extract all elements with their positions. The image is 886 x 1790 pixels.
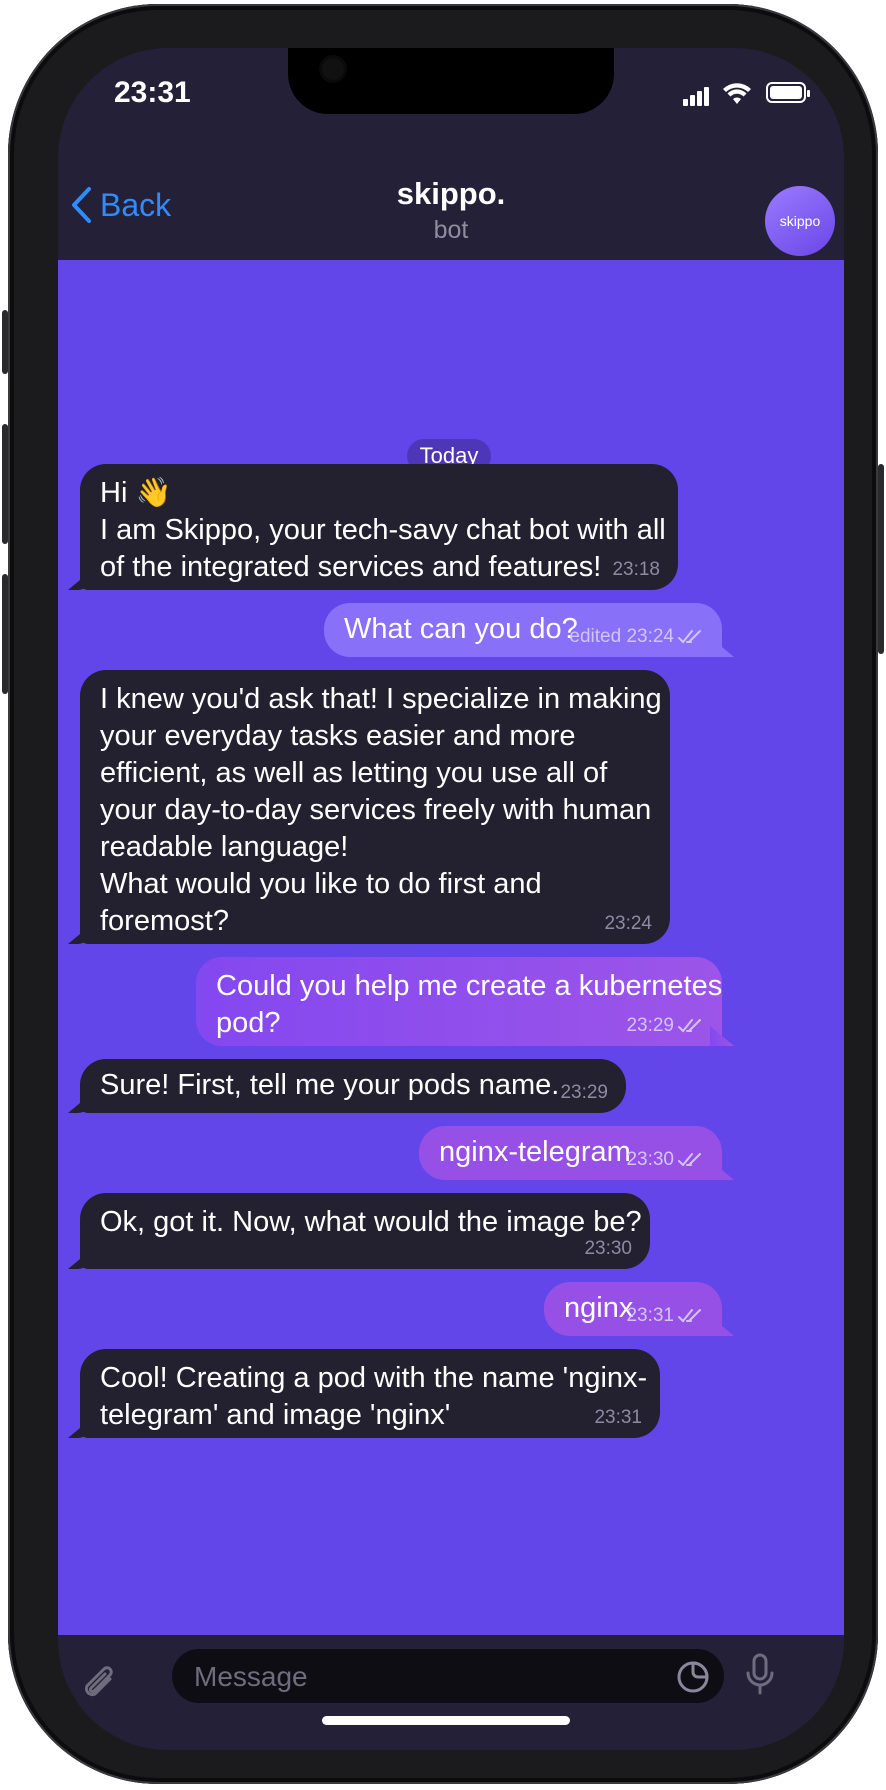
dynamic-island bbox=[288, 48, 614, 114]
message-line: I knew you'd ask that! I specialize in m… bbox=[100, 683, 662, 715]
message-line: your day-to-day services freely with hum… bbox=[100, 794, 652, 826]
home-indicator[interactable] bbox=[322, 1716, 570, 1725]
message-time: 23:30 bbox=[584, 1238, 632, 1259]
microphone-icon[interactable] bbox=[744, 1653, 776, 1697]
power-button bbox=[878, 464, 884, 654]
message-time: 23:30 bbox=[626, 1149, 674, 1170]
outgoing-message[interactable]: What can you do? edited 23:24 bbox=[324, 603, 722, 657]
outgoing-message[interactable]: nginx 23:31 bbox=[544, 1282, 722, 1336]
message-line: of the integrated services and features! bbox=[100, 551, 602, 583]
message-line: What would you like to do first and bbox=[100, 868, 542, 900]
double-check-icon bbox=[678, 1153, 701, 1167]
message-time: 23:18 bbox=[612, 559, 660, 580]
double-check-icon bbox=[678, 1309, 701, 1323]
phone-frame: 23:31 Back skippo. bot skippo Today Hi 👋… bbox=[2, 4, 884, 1784]
message-line: Cool! Creating a pod with the name 'ngin… bbox=[100, 1362, 648, 1394]
message-meta: 23:31 bbox=[626, 1306, 704, 1326]
screen: 23:31 Back skippo. bot skippo Today Hi 👋… bbox=[58, 48, 844, 1750]
message-line: readable language! bbox=[100, 831, 349, 863]
volume-up-button bbox=[2, 424, 8, 544]
message-line: efficient, as well as letting you use al… bbox=[100, 757, 608, 789]
outgoing-message[interactable]: nginx-telegram 23:30 bbox=[419, 1126, 722, 1180]
volume-down-button bbox=[2, 574, 8, 694]
message-input[interactable]: Message bbox=[172, 1649, 724, 1703]
message-meta: 23:30 bbox=[626, 1150, 704, 1170]
message-line: Hi 👋 bbox=[100, 477, 172, 509]
incoming-message[interactable]: Sure! First, tell me your pods name. 23:… bbox=[80, 1059, 626, 1113]
status-time: 23:31 bbox=[114, 76, 191, 109]
signal-icon bbox=[683, 86, 711, 106]
message-meta: edited 23:24 bbox=[569, 627, 704, 647]
double-check-icon bbox=[678, 630, 701, 644]
message-line: Sure! First, tell me your pods name. bbox=[100, 1069, 560, 1101]
wifi-icon bbox=[723, 83, 751, 104]
avatar[interactable]: skippo bbox=[765, 186, 835, 256]
incoming-message[interactable]: Ok, got it. Now, what would the image be… bbox=[80, 1193, 650, 1269]
message-time: 23:29 bbox=[560, 1082, 608, 1103]
incoming-message[interactable]: I knew you'd ask that! I specialize in m… bbox=[80, 670, 670, 944]
message-line: foremost? bbox=[100, 905, 229, 937]
chat-subtitle: bot bbox=[433, 216, 469, 244]
message-line: Could you help me create a kubernetes bbox=[216, 970, 723, 1002]
message-time: 23:24 bbox=[626, 626, 674, 647]
message-meta: 23:29 bbox=[626, 1016, 704, 1036]
silent-switch bbox=[2, 310, 8, 374]
message-time: 23:31 bbox=[626, 1305, 674, 1326]
message-line: your everyday tasks easier and more bbox=[100, 720, 576, 752]
paperclip-icon[interactable] bbox=[80, 1661, 120, 1707]
message-placeholder: Message bbox=[194, 1661, 308, 1692]
double-check-icon bbox=[678, 1019, 701, 1033]
chat-title[interactable]: skippo. bbox=[58, 176, 844, 212]
message-time: 23:24 bbox=[604, 913, 652, 934]
message-line: Ok, got it. Now, what would the image be… bbox=[100, 1206, 642, 1238]
battery-icon bbox=[766, 82, 810, 103]
front-camera bbox=[322, 58, 344, 80]
message-line: telegram' and image 'nginx' bbox=[100, 1399, 451, 1431]
chat-header: Back skippo. bot skippo bbox=[58, 138, 844, 260]
composer-bar: Message bbox=[58, 1635, 844, 1750]
message-time: 23:31 bbox=[594, 1407, 642, 1428]
sticker-icon[interactable] bbox=[676, 1660, 710, 1694]
message-list[interactable]: Today Hi 👋 I am Skippo, your tech-savy c… bbox=[58, 260, 844, 1635]
outgoing-message[interactable]: Could you help me create a kubernetes po… bbox=[196, 957, 722, 1046]
message-line: I am Skippo, your tech-savy chat bot wit… bbox=[100, 514, 666, 546]
message-time: 23:29 bbox=[626, 1015, 674, 1036]
edited-label: edited bbox=[569, 626, 622, 647]
incoming-message[interactable]: Hi 👋 I am Skippo, your tech-savy chat bo… bbox=[80, 464, 678, 590]
incoming-message[interactable]: Cool! Creating a pod with the name 'ngin… bbox=[80, 1349, 660, 1438]
